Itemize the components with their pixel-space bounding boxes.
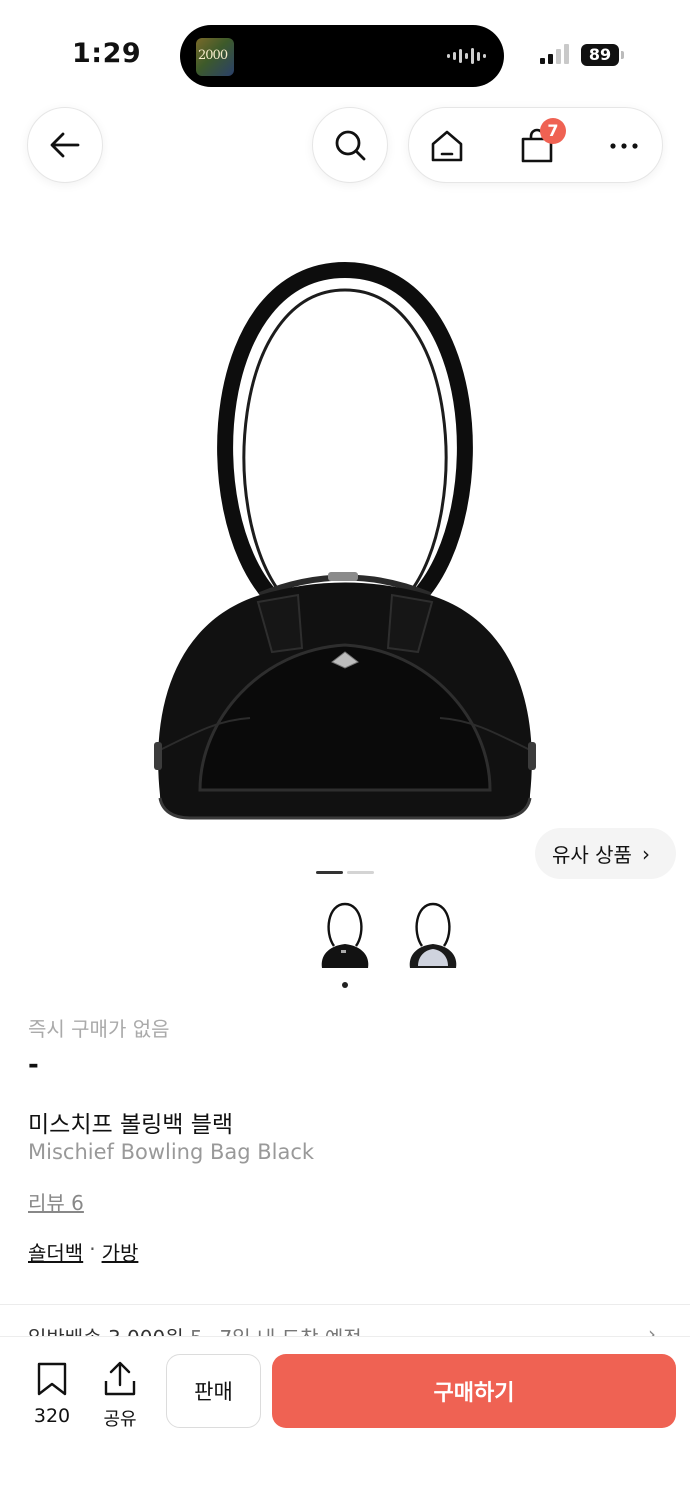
category-link-bag[interactable]: 가방 [102, 1237, 139, 1266]
image-pager [316, 871, 374, 874]
bookmark-icon [37, 1362, 67, 1396]
dynamic-island[interactable]: 2000 [180, 25, 504, 87]
shipping-info-row[interactable]: 일반배송 3,000원 5~7일 내 도착 예정 [28, 1322, 668, 1336]
shipping-detail: 5~7일 내 도착 예정 [190, 1326, 362, 1336]
home-button[interactable] [412, 108, 482, 184]
shipping-text: 일반배송 3,000원 [28, 1326, 184, 1336]
now-playing-art-text: 2000 [198, 48, 228, 63]
arrow-left-icon [50, 132, 80, 158]
shipping-chevron-icon: › [648, 1322, 656, 1336]
buy-button[interactable]: 구매하기 [272, 1354, 676, 1428]
instant-price-value: - [28, 1050, 39, 1080]
search-icon [335, 130, 366, 161]
audio-wave-icon [447, 47, 486, 65]
product-main-image[interactable] [140, 250, 550, 840]
pager-indicator [316, 871, 343, 874]
back-button[interactable] [27, 107, 103, 183]
nav-action-group: 7 [408, 107, 663, 183]
category-separator: · [89, 1237, 96, 1261]
status-time: 1:29 [72, 38, 142, 69]
bowling-bag-thumb-grey [409, 902, 457, 968]
sell-button[interactable]: 판매 [166, 1354, 261, 1428]
more-button[interactable] [589, 108, 659, 184]
category-breadcrumb: 숄더백 · 가방 [28, 1237, 138, 1266]
similar-products-label: 유사 상품 [552, 843, 632, 867]
search-button[interactable] [312, 107, 388, 183]
chevron-right-icon: › [641, 841, 650, 866]
similar-products-button[interactable]: 유사 상품 › [535, 828, 676, 879]
category-link-shoulder-bag[interactable]: 숄더백 [28, 1237, 83, 1266]
section-divider [0, 1304, 690, 1305]
cart-count-badge: 7 [540, 118, 566, 144]
bottom-action-bar: 320 공유 판매 구매하기 [0, 1336, 690, 1500]
home-icon [431, 130, 463, 162]
bowling-bag-image [154, 261, 536, 820]
thumbnail-selected-dot [342, 982, 348, 988]
bowling-bag-thumb-black [321, 902, 369, 968]
top-navigation: 7 [0, 100, 690, 190]
cellular-signal-icon [540, 44, 569, 64]
status-bar: 1:29 2000 89 [0, 0, 690, 100]
battery-nub [621, 51, 624, 59]
instant-price-caption: 즉시 구매가 없음 [28, 1017, 170, 1041]
share-icon [104, 1361, 136, 1396]
now-playing-artwork: 2000 [196, 38, 234, 76]
battery-icon: 89 [581, 44, 619, 66]
thumbnail-black[interactable] [310, 898, 380, 974]
share-label: 공유 [103, 1409, 137, 1430]
bookmark-count: 320 [33, 1405, 71, 1427]
thumbnail-grey[interactable] [398, 898, 468, 974]
product-name-korean: 미스치프 볼링백 블랙 [28, 1112, 234, 1138]
thumbnail-strip [310, 898, 480, 978]
share-button[interactable]: 공유 [92, 1361, 148, 1431]
more-icon [610, 143, 638, 149]
review-link[interactable]: 리뷰 6 [28, 1187, 84, 1216]
cart-button[interactable]: 7 [502, 108, 572, 184]
pager-indicator [347, 871, 374, 874]
bookmark-button[interactable]: 320 [22, 1361, 82, 1431]
product-name-english: Mischief Bowling Bag Black [28, 1140, 315, 1164]
